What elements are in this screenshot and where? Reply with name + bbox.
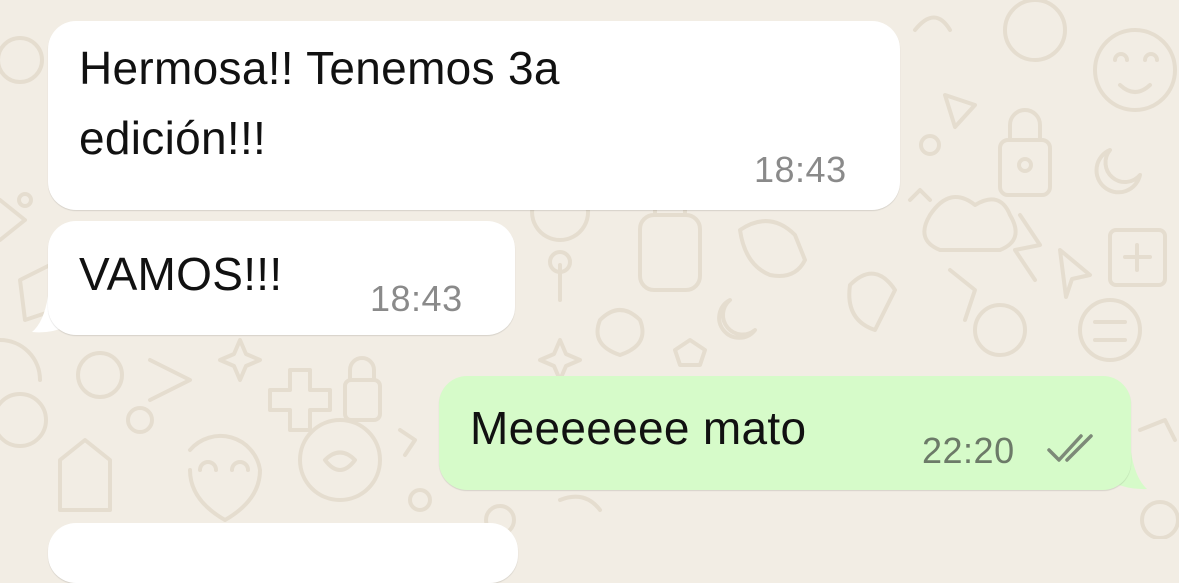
- message-timestamp: 18:43: [754, 149, 847, 190]
- message-text: VAMOS!!!: [79, 248, 283, 300]
- outgoing-message-bubble[interactable]: Meeeeeee mato 22:20: [439, 376, 1131, 490]
- message-timestamp: 18:43: [370, 278, 463, 319]
- incoming-message-bubble-partial[interactable]: [48, 523, 518, 583]
- message-text: Hermosa!! Tenemos 3a edición!!!: [79, 42, 560, 164]
- double-check-read-icon: [1047, 434, 1093, 462]
- message-timestamp: 22:20: [922, 430, 1015, 471]
- incoming-message-bubble[interactable]: VAMOS!!! 18:43: [48, 221, 515, 335]
- message-text: Meeeeeee mato: [470, 402, 807, 454]
- incoming-message-bubble[interactable]: Hermosa!! Tenemos 3a edición!!! 18:43: [48, 21, 900, 210]
